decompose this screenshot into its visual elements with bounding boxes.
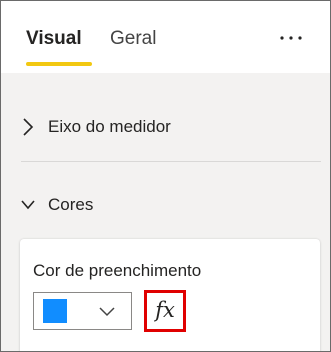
color-swatch bbox=[43, 299, 67, 323]
section-eixo-do-medidor[interactable]: Eixo do medidor bbox=[1, 99, 330, 155]
selected-tab-indicator bbox=[26, 62, 92, 66]
ellipsis-icon[interactable] bbox=[276, 23, 306, 53]
fx-icon: fx bbox=[155, 298, 175, 322]
chevron-down-icon bbox=[21, 200, 35, 210]
section-label: Eixo do medidor bbox=[48, 117, 171, 136]
chevron-right-icon bbox=[23, 118, 34, 136]
tab-geral[interactable]: Geral bbox=[110, 27, 156, 51]
format-tabs: Visual Geral bbox=[1, 1, 330, 73]
section-cores[interactable]: Cores bbox=[1, 177, 330, 233]
section-divider bbox=[21, 161, 321, 162]
fill-color-card: Cor de preenchimento fx bbox=[20, 239, 320, 351]
section-label: Cores bbox=[48, 195, 94, 214]
tab-visual[interactable]: Visual bbox=[26, 27, 82, 51]
fill-color-picker[interactable] bbox=[33, 292, 132, 330]
conditional-formatting-fx-button[interactable]: fx bbox=[144, 290, 186, 332]
format-pane: Visual Geral Eixo do medidor Cores Cor d… bbox=[0, 0, 331, 352]
chevron-down-icon bbox=[99, 307, 115, 317]
fill-color-label: Cor de preenchimento bbox=[33, 261, 202, 280]
